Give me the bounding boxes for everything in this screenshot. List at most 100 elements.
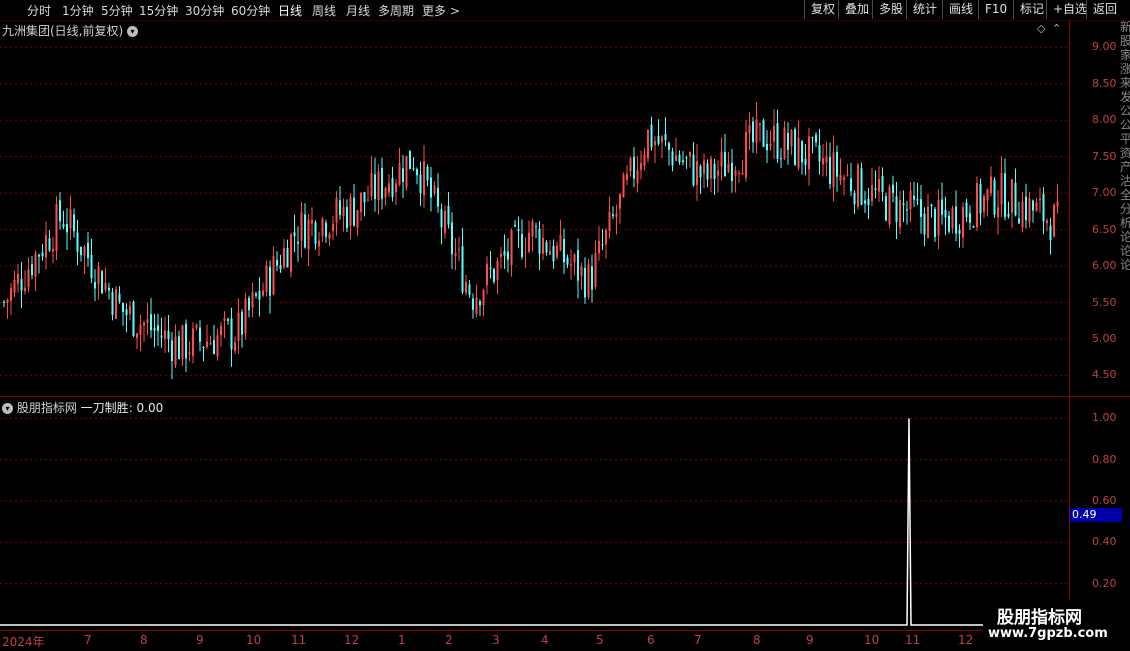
candle-body: [332, 224, 334, 231]
candle-body: [125, 309, 128, 316]
candle-body: [1042, 193, 1045, 222]
candle-body: [437, 187, 439, 207]
candle-body: [528, 232, 530, 252]
candle-body: [465, 281, 467, 293]
candle-body: [258, 291, 261, 300]
candle-body: [188, 352, 191, 355]
candle-body: [293, 232, 296, 237]
candle-body: [972, 226, 975, 228]
candle-body: [811, 136, 814, 138]
candle-body: [122, 302, 124, 312]
candle-body: [584, 267, 586, 298]
candle-body: [244, 298, 247, 334]
candle-body: [685, 157, 688, 159]
candle-body: [920, 199, 922, 217]
candle-body: [472, 298, 474, 310]
stock-title: 九洲集团(日线,前复权): [2, 24, 124, 38]
candle-body: [206, 341, 208, 348]
candle-body: [626, 173, 628, 180]
date-tick-label: 9: [196, 633, 204, 647]
candle-body: [937, 200, 940, 236]
candle-body: [885, 196, 887, 221]
candle-body: [773, 125, 775, 142]
candle-body: [654, 141, 656, 146]
candle-body: [223, 318, 226, 321]
candle-body: [692, 154, 695, 185]
candle-body: [573, 254, 576, 263]
candle-body: [895, 196, 898, 222]
candle-body: [829, 157, 831, 185]
candle-body: [759, 123, 761, 125]
candle-body: [321, 218, 324, 236]
candle-body: [27, 269, 30, 288]
candle-body: [314, 222, 317, 244]
price-tick-label: 6.50: [1092, 222, 1117, 236]
candle-body: [342, 207, 345, 216]
candle-body: [412, 168, 415, 170]
chevron-down-icon[interactable]: ▾: [2, 403, 13, 414]
candle-body: [3, 301, 5, 303]
kline-chart[interactable]: [0, 0, 1130, 650]
indicator-tick-label: 0.40: [1092, 535, 1117, 549]
candle-body: [167, 331, 170, 340]
candle-body: [514, 224, 516, 227]
candle-body: [741, 172, 744, 175]
candle-body: [1018, 218, 1020, 224]
candle-body: [1056, 201, 1059, 207]
candle-body: [318, 240, 320, 247]
candle-body: [615, 213, 618, 218]
date-tick-label: 2024年: [2, 635, 45, 649]
candle-body: [1028, 198, 1031, 223]
candle-body: [923, 213, 926, 235]
candle-body: [594, 253, 597, 287]
candle-body: [731, 162, 733, 182]
candle-body: [395, 183, 397, 192]
candle-body: [916, 199, 919, 201]
candle-body: [930, 204, 933, 207]
candle-body: [234, 342, 236, 351]
candle-body: [20, 278, 23, 291]
candle-body: [153, 328, 156, 331]
candle-body: [727, 163, 730, 172]
candle-body: [199, 327, 201, 342]
diamond-icon[interactable]: ◇: [1037, 22, 1045, 35]
candle-body: [31, 264, 33, 276]
candle-body: [139, 324, 142, 335]
candle-body: [339, 200, 341, 215]
candle-body: [979, 183, 982, 214]
candle-body: [1049, 225, 1052, 241]
candle-body: [724, 151, 726, 177]
candle-body: [461, 246, 464, 293]
candle-body: [738, 172, 740, 174]
candle-body: [675, 155, 677, 161]
candle-body: [619, 193, 621, 209]
candle-body: [416, 169, 418, 176]
candle-body: [370, 173, 373, 197]
candle-body: [776, 123, 779, 159]
date-tick-label: 4: [541, 633, 549, 647]
candle-body: [192, 328, 194, 356]
candle-body: [363, 192, 366, 203]
candle-body: [962, 206, 964, 238]
candle-body: [990, 176, 992, 194]
candle-body: [706, 163, 709, 180]
candle-body: [346, 207, 348, 228]
indicator-value: 0.00: [136, 401, 164, 415]
candle-body: [10, 288, 12, 301]
candle-body: [1007, 213, 1010, 217]
candle-body: [458, 249, 460, 251]
candle-body: [367, 199, 369, 201]
indicator-tick-label: 0.60: [1092, 494, 1117, 507]
candle-body: [598, 240, 600, 254]
candle-body: [986, 189, 989, 201]
date-tick-label: 11: [905, 633, 921, 647]
chevron-up-icon[interactable]: ⌃: [1052, 22, 1061, 35]
candle-body: [713, 163, 716, 180]
candle-body: [661, 136, 663, 142]
candle-body: [955, 206, 957, 234]
chevron-down-icon[interactable]: ▾: [127, 26, 139, 37]
candle-body: [612, 214, 614, 217]
candle-body: [748, 125, 751, 134]
candle-body: [52, 249, 54, 252]
candle-body: [549, 250, 551, 255]
